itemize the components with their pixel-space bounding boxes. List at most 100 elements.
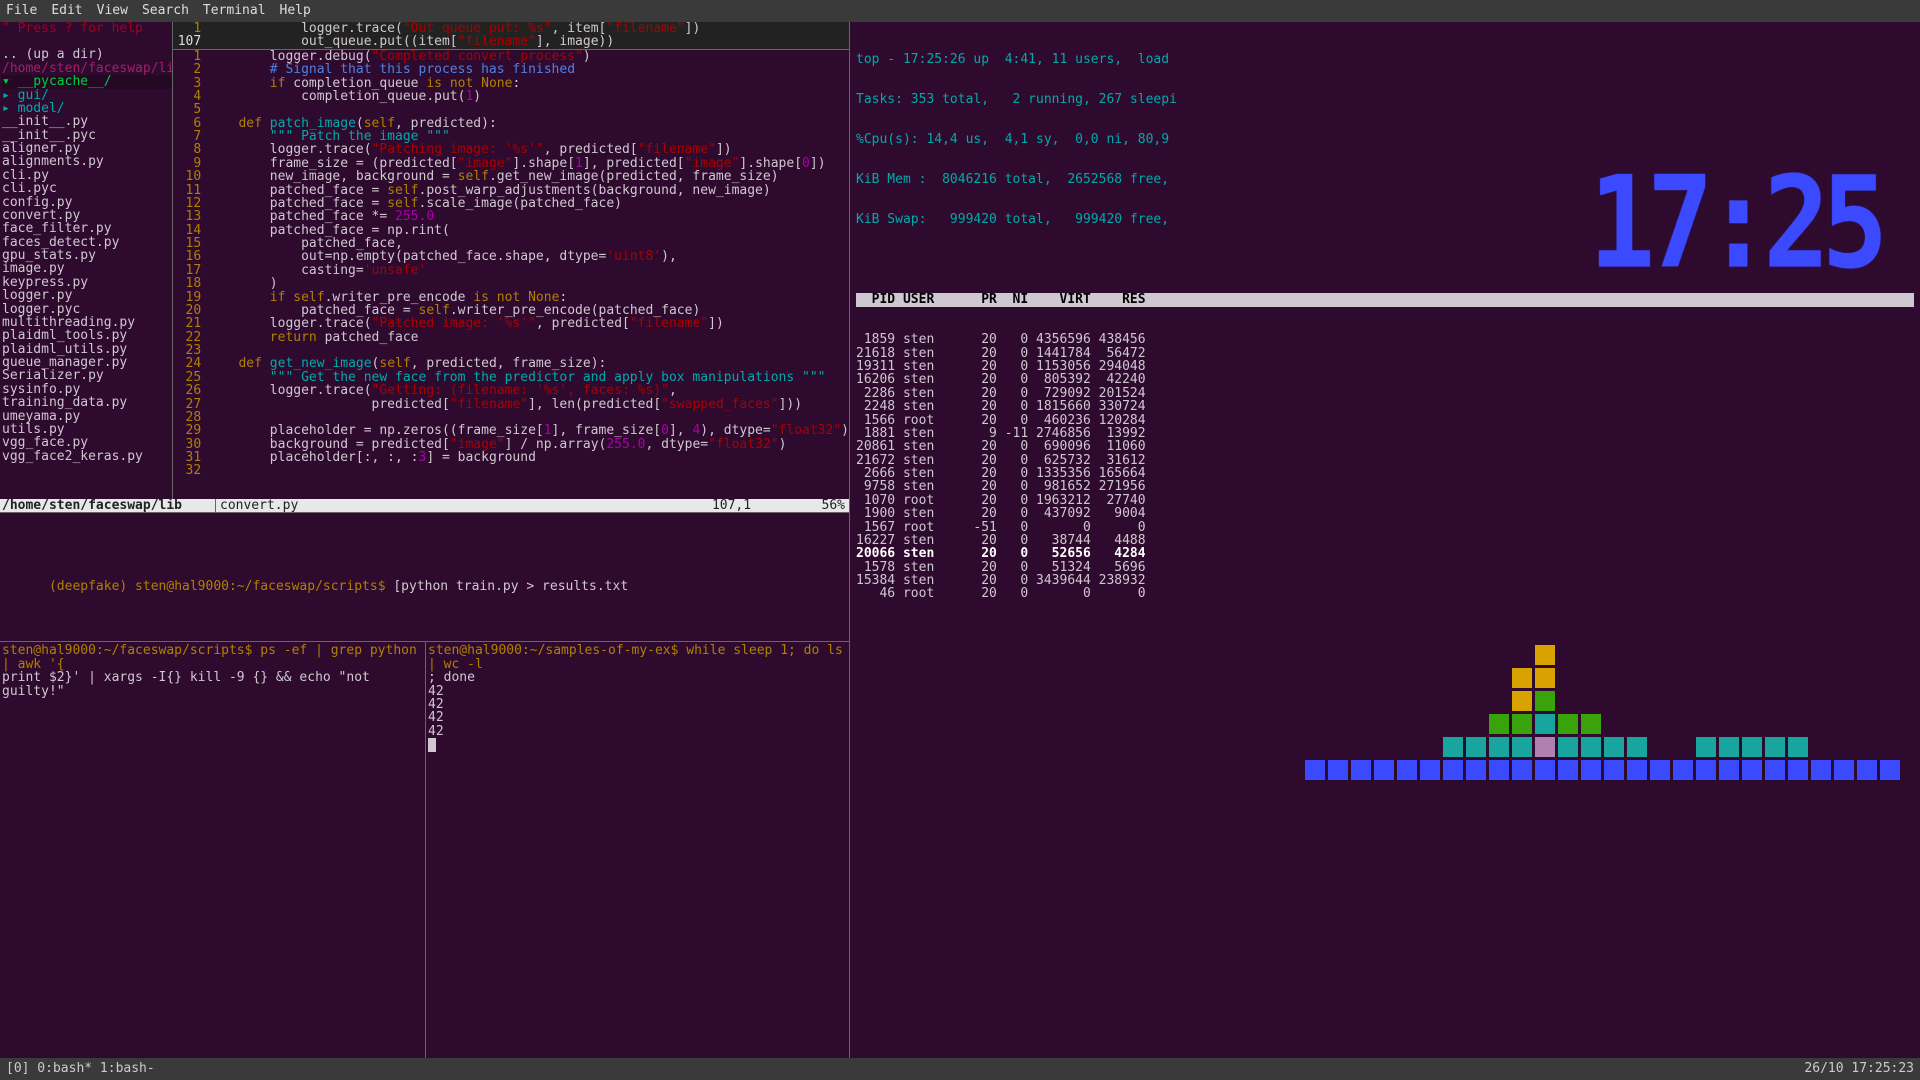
shell-train[interactable]: (deepfake) sten@hal9000:~/faceswap/scrip… — [0, 512, 849, 642]
file-tree[interactable]: " Press ? for help .. (up a dir) /home/s… — [0, 22, 172, 499]
code-line[interactable]: 10 new_image, background = self.get_new_… — [173, 170, 849, 183]
menu-view[interactable]: View — [97, 4, 128, 17]
top-process-row[interactable]: 1881 sten 9 -11 2746856 13992 — [856, 427, 1914, 440]
code-line[interactable]: 8 logger.trace("Patching image: '%s'", p… — [173, 143, 849, 156]
code-line[interactable]: 25 """ Get the new face from the predict… — [173, 371, 849, 384]
tree-file[interactable]: aligner.py — [2, 142, 172, 155]
top-process-row[interactable]: 2666 sten 20 0 1335356 165664 — [856, 467, 1914, 480]
top-process-row[interactable]: 2248 sten 20 0 1815660 330724 — [856, 400, 1914, 413]
code-line[interactable]: 5 — [173, 103, 849, 116]
code-line[interactable]: 15 patched_face, — [173, 237, 849, 250]
eq-bar — [1466, 734, 1486, 780]
tree-file[interactable]: Serializer.py — [2, 369, 172, 382]
code-line[interactable]: 1 logger.debug("Completed convert proces… — [173, 50, 849, 63]
tree-file[interactable]: keypress.py — [2, 276, 172, 289]
eq-bar — [1420, 757, 1440, 780]
top-process-row[interactable]: 16206 sten 20 0 805392 42240 — [856, 373, 1914, 386]
tree-file[interactable]: image.py — [2, 262, 172, 275]
eq-bar — [1489, 711, 1509, 780]
clock-time: 17:25 — [1589, 160, 1880, 287]
tree-dir[interactable]: ▸ gui/ — [2, 89, 172, 102]
top-process-row[interactable]: 21618 sten 20 0 1441784 56472 — [856, 347, 1914, 360]
eq-bar — [1673, 757, 1693, 780]
top-process-row[interactable]: 20861 sten 20 0 690096 11060 — [856, 440, 1914, 453]
code-line[interactable]: 28 — [173, 411, 849, 424]
tree-file[interactable]: alignments.py — [2, 155, 172, 168]
top-process-row[interactable]: 21672 sten 20 0 625732 31612 — [856, 454, 1914, 467]
tree-file[interactable]: faces_detect.py — [2, 236, 172, 249]
code-line[interactable]: 30 background = predicted["image"] / np.… — [173, 438, 849, 451]
tree-file[interactable]: face_filter.py — [2, 222, 172, 235]
top-process-row[interactable]: 1566 root 20 0 460236 120284 — [856, 414, 1914, 427]
tree-dir[interactable]: ▸ model/ — [2, 102, 172, 115]
nerd-up-dir[interactable]: .. (up a dir) — [2, 48, 172, 61]
tree-file[interactable]: multithreading.py — [2, 316, 172, 329]
tree-file[interactable]: gpu_stats.py — [2, 249, 172, 262]
code-line[interactable]: 18 ) — [173, 277, 849, 290]
top-process-row[interactable]: 19311 sten 20 0 1153056 294048 — [856, 360, 1914, 373]
tree-file[interactable]: sysinfo.py — [2, 383, 172, 396]
tree-file[interactable]: umeyama.py — [2, 410, 172, 423]
top-process-row[interactable]: 1070 root 20 0 1963212 27740 — [856, 494, 1914, 507]
eq-bar — [1627, 734, 1647, 780]
tmux-windows[interactable]: [0] 0:bash* 1:bash- — [6, 1062, 155, 1075]
top-process-row[interactable]: 1859 sten 20 0 4356596 438456 — [856, 333, 1914, 346]
code-line[interactable]: 31 placeholder[:, :, :3] = background — [173, 451, 849, 464]
code-line[interactable]: 12 patched_face = self.scale_image(patch… — [173, 197, 849, 210]
tree-file[interactable]: config.py — [2, 196, 172, 209]
code-line[interactable]: 24 def get_new_image(self, predicted, fr… — [173, 357, 849, 370]
code-line[interactable]: 22 return patched_face — [173, 331, 849, 344]
tree-file[interactable]: vgg_face.py — [2, 436, 172, 449]
shell-kill[interactable]: sten@hal9000:~/faceswap/scripts$ ps -ef … — [0, 642, 426, 1058]
tree-file[interactable]: vgg_face2_keras.py — [2, 450, 172, 463]
code-editor[interactable]: 1 logger.trace("Out queue put: %s", item… — [172, 22, 849, 499]
cmd-train: [python train.py > results.txt — [393, 579, 628, 594]
code-line[interactable]: 2 # Signal that this process has finishe… — [173, 63, 849, 76]
menu-file[interactable]: File — [6, 4, 37, 17]
code-line[interactable]: 11 patched_face = self.post_warp_adjustm… — [173, 184, 849, 197]
code-line[interactable]: 6 def patch_image(self, predicted): — [173, 117, 849, 130]
code-line[interactable]: 29 placeholder = np.zeros((frame_size[1]… — [173, 424, 849, 437]
menu-edit[interactable]: Edit — [51, 4, 82, 17]
code-line[interactable]: 19 if self.writer_pre_encode is not None… — [173, 291, 849, 304]
code-line[interactable]: 26 logger.trace("Getting: (filename: '%s… — [173, 384, 849, 397]
tree-file[interactable]: logger.pyc — [2, 303, 172, 316]
menu-help[interactable]: Help — [280, 4, 311, 17]
eq-bar — [1650, 757, 1670, 780]
tree-file[interactable]: utils.py — [2, 423, 172, 436]
code-line[interactable]: 14 patched_face = np.rint( — [173, 224, 849, 237]
tree-file[interactable]: plaidml_tools.py — [2, 329, 172, 342]
code-line[interactable]: 4 completion_queue.put(1) — [173, 90, 849, 103]
code-line[interactable]: 16 out=np.empty(patched_face.shape, dtyp… — [173, 250, 849, 263]
right-column: top - 17:25:26 up 4:41, 11 users, load T… — [850, 22, 1920, 1058]
tree-file[interactable]: cli.py — [2, 169, 172, 182]
code-line[interactable]: 3 if completion_queue is not None: — [173, 77, 849, 90]
watch-output-line: 42 — [428, 685, 847, 698]
tree-file[interactable]: cli.pyc — [2, 182, 172, 195]
top-process-row[interactable]: 2286 sten 20 0 729092 201524 — [856, 387, 1914, 400]
top-process-row[interactable]: 1900 sten 20 0 437092 9004 — [856, 507, 1914, 520]
cursor-line-number: 107 — [173, 35, 207, 48]
code-line[interactable]: 17 casting='unsafe' — [173, 264, 849, 277]
tree-file[interactable]: convert.py — [2, 209, 172, 222]
tmux-statusbar[interactable]: [0] 0:bash* 1:bash- 26/10 17:25:23 — [0, 1058, 1920, 1080]
tree-file[interactable]: __init__.pyc — [2, 129, 172, 142]
menu-terminal[interactable]: Terminal — [203, 4, 266, 17]
code-line[interactable]: 21 logger.trace("Patched image: '%s'", p… — [173, 317, 849, 330]
top-process-row[interactable]: 9758 sten 20 0 981652 271956 — [856, 480, 1914, 493]
tree-file[interactable]: training_data.py — [2, 396, 172, 409]
code-line[interactable]: 23 — [173, 344, 849, 357]
code-line[interactable]: 7 """ Patch the image """ — [173, 130, 849, 143]
code-line[interactable]: 9 frame_size = (predicted["image"].shape… — [173, 157, 849, 170]
tree-file[interactable]: queue_manager.py — [2, 356, 172, 369]
code-line[interactable]: 20 patched_face = self.writer_pre_encode… — [173, 304, 849, 317]
code-line[interactable]: 13 patched_face *= 255.0 — [173, 210, 849, 223]
shell-watch[interactable]: sten@hal9000:~/samples-of-my-ex$ while s… — [426, 642, 849, 1058]
tree-dir[interactable]: ▾ __pycache__/ — [2, 75, 172, 88]
tree-file[interactable]: logger.py — [2, 289, 172, 302]
menu-search[interactable]: Search — [142, 4, 189, 17]
tree-file[interactable]: __init__.py — [2, 115, 172, 128]
code-line[interactable]: 32 — [173, 464, 849, 477]
tree-file[interactable]: plaidml_utils.py — [2, 343, 172, 356]
code-line[interactable]: 27 predicted["filename"], len(predicted[… — [173, 398, 849, 411]
